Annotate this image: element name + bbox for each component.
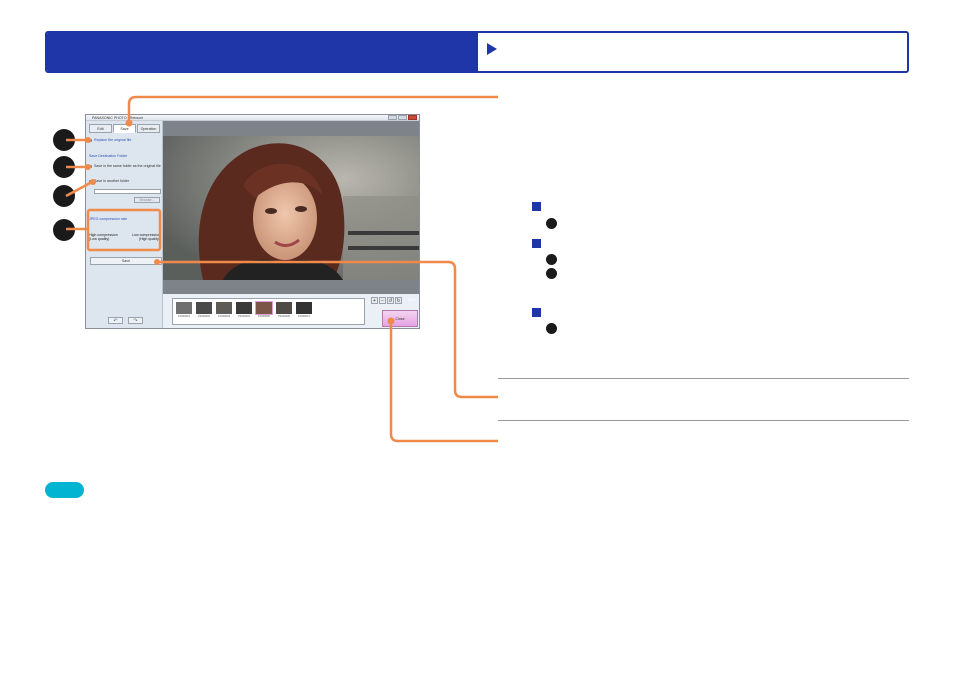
number-circle-icon <box>546 268 557 279</box>
thumbnail[interactable] <box>296 302 312 314</box>
play-arrow-icon <box>487 43 497 55</box>
close-button[interactable]: Close <box>382 310 418 327</box>
section-header <box>45 31 909 73</box>
compression-heading: JPEG compression rate <box>89 217 127 221</box>
radio-icon <box>89 164 92 168</box>
filmstrip-area <box>163 280 419 294</box>
same-folder-option[interactable]: Save in the same folder as the original … <box>89 164 161 168</box>
thumbnail-label: P1000003 <box>218 315 230 318</box>
thumbnail-selected[interactable] <box>255 301 273 315</box>
radio-icon <box>89 138 92 142</box>
another-folder-option[interactable]: Save in another folder <box>89 179 129 183</box>
callout-badge-2 <box>53 156 75 178</box>
thumbnail[interactable] <box>176 302 192 314</box>
portrait-photo <box>163 136 419 280</box>
minimize-icon[interactable] <box>388 115 397 120</box>
header-subtitle-block <box>478 33 907 71</box>
compression-settings: JPEG compression rate High compression (… <box>89 213 162 253</box>
rotate-left-icon[interactable]: ↺ <box>387 297 394 304</box>
redo-icon[interactable]: ↷ <box>128 317 143 324</box>
close-icon[interactable] <box>408 115 417 120</box>
divider <box>498 420 909 421</box>
zoom-tools: + − ↺ ↻ <box>371 297 402 304</box>
callout-badge-4 <box>53 219 75 241</box>
thumbnail-label: P1000002 <box>198 315 210 318</box>
save-button[interactable]: Save <box>90 257 162 265</box>
tab-save[interactable]: Save <box>113 124 136 133</box>
another-folder-label: Save in another folder <box>94 179 130 183</box>
zoom-level: 40% <box>408 298 416 302</box>
header-title-block <box>47 33 478 71</box>
photo-preview <box>163 136 419 280</box>
folder-path-input[interactable] <box>94 189 161 194</box>
browse-button[interactable]: Browse... <box>134 197 160 203</box>
callout-badge-3 <box>53 185 75 207</box>
destination-heading: Save Destination Folder <box>89 154 128 158</box>
thumbnail-label: P1000004 <box>238 315 250 318</box>
divider <box>498 378 909 379</box>
replace-original-label: Replace the original file <box>94 138 132 142</box>
callout-lines <box>65 95 498 443</box>
thumbnail-strip: P1000001 P1000002 P1000003 P1000004 P100… <box>172 298 365 325</box>
thumbnail-label: P1000001 <box>178 315 190 318</box>
bullet-square-icon <box>532 202 541 211</box>
thumbnail-label: P1000005 <box>258 315 270 318</box>
number-circle-icon <box>546 218 557 229</box>
bullet-square-icon <box>532 308 541 317</box>
same-folder-label: Save in the same folder as the original … <box>94 164 161 168</box>
panel-tabs: Edit Save Operation <box>89 124 160 133</box>
number-circle-icon <box>546 323 557 334</box>
number-circle-icon <box>546 254 557 265</box>
thumbnail[interactable] <box>276 302 292 314</box>
replace-original-option[interactable]: Replace the original file <box>89 138 131 142</box>
low-compression-label: Low compression (High quality) <box>132 233 160 241</box>
hint-badge <box>45 482 84 498</box>
tab-edit[interactable]: Edit <box>89 124 112 133</box>
app-window-screenshot: PANASONIC PHOTO - Retouch Edit Save Oper… <box>85 114 420 329</box>
preview-toolbar-area <box>163 121 419 137</box>
zoom-in-icon[interactable]: + <box>371 297 378 304</box>
bullet-square-icon <box>532 239 541 248</box>
zoom-out-icon[interactable]: − <box>379 297 386 304</box>
thumbnail[interactable] <box>216 302 232 314</box>
rotate-right-icon[interactable]: ↻ <box>395 297 402 304</box>
thumbnail[interactable] <box>236 302 252 314</box>
thumbnail-label: P1000007 <box>298 315 310 318</box>
high-compression-label: High compression (Low quality) <box>89 233 118 241</box>
window-controls <box>388 115 417 120</box>
radio-icon <box>89 179 92 183</box>
maximize-icon[interactable] <box>398 115 407 120</box>
thumbnail-label: P1000006 <box>278 315 290 318</box>
undo-icon[interactable]: ↶ <box>108 317 123 324</box>
callout-badge-1 <box>53 129 75 151</box>
save-settings-panel: Edit Save Operation Replace the original… <box>86 121 163 328</box>
window-title: PANASONIC PHOTO - Retouch <box>92 116 144 120</box>
thumbnail[interactable] <box>196 302 212 314</box>
tab-operation[interactable]: Operation <box>137 124 160 133</box>
